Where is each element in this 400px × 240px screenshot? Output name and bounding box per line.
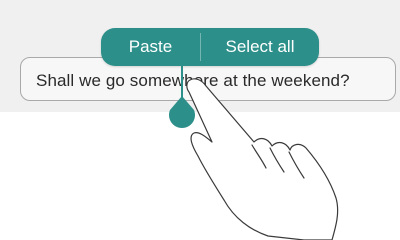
text-context-menu: Paste Select all — [101, 28, 319, 66]
paste-button[interactable]: Paste — [101, 28, 200, 66]
select-all-button[interactable]: Select all — [201, 28, 319, 66]
